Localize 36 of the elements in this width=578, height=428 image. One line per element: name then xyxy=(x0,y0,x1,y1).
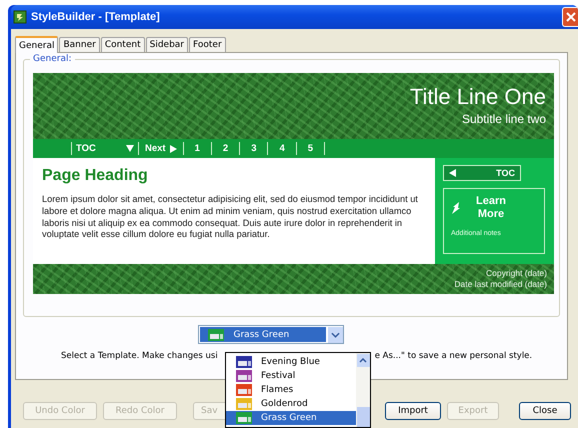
tab[interactable]: Banner xyxy=(59,37,100,52)
instruction-text: e As..." to save a new personal style. xyxy=(374,351,532,361)
close-icon[interactable] xyxy=(562,7,578,27)
dialog-button[interactable]: Close xyxy=(519,402,571,420)
dropdown-option[interactable]: Grass Green xyxy=(226,411,356,425)
window-title: StyleBuilder - [Template] xyxy=(31,11,160,23)
page-link[interactable]: 4 xyxy=(268,143,296,154)
dropdown-option[interactable]: Festival xyxy=(226,369,356,383)
toc-button[interactable]: TOC xyxy=(443,165,521,181)
learn-more-link[interactable]: Learn More xyxy=(467,195,515,221)
footer-text: Copyright (date) xyxy=(486,268,547,279)
dropdown-value: Grass Green xyxy=(234,330,290,340)
banner-title: Title Line One xyxy=(410,84,546,110)
dialog-button[interactable]: Import xyxy=(385,402,441,420)
page-link[interactable]: 5 xyxy=(296,143,324,154)
page-link[interactable]: 3 xyxy=(240,143,268,154)
page-heading: Page Heading xyxy=(42,167,149,185)
tab[interactable]: Footer xyxy=(189,37,226,52)
tab[interactable]: Sidebar xyxy=(146,37,188,52)
footer-text: Date last modified (date) xyxy=(454,279,547,290)
instruction-text: Select a Template. Make changes usi xyxy=(61,351,218,361)
banner-subtitle: Subtitle line two xyxy=(462,111,546,128)
app-icon xyxy=(13,10,27,24)
dropdown-option[interactable]: Evening Blue xyxy=(226,355,356,369)
scrollbar[interactable] xyxy=(356,353,370,427)
dropdown-option[interactable]: Flames xyxy=(226,383,356,397)
page-link[interactable]: 2 xyxy=(212,143,240,154)
group-label: General: xyxy=(30,54,75,64)
tab[interactable]: General xyxy=(15,36,58,53)
dropdown-option[interactable]: Goldenrod xyxy=(226,397,356,411)
tab[interactable]: Content xyxy=(100,37,145,52)
template-dropdown[interactable]: Grass Green xyxy=(198,325,344,344)
scroll-up-icon[interactable] xyxy=(356,354,370,367)
page-link[interactable]: 1 xyxy=(184,143,211,154)
body-paragraph: Lorem ipsum dolor sit amet, consectetur adipisicing elit, sed do eiusmod tempor incididunt ut labore et dolore magna aliqua. Ut enim ad minim veniam, quis nostrud exercitation ullamco laboris nisi ut aliquip ex ea commodo consequat. Duis aute irure dolor in reprehenderit in voluptate velit esse cillum dolore eu fugiat nulla pariatur. xyxy=(42,194,419,242)
scroll-thumb[interactable] xyxy=(356,407,370,427)
